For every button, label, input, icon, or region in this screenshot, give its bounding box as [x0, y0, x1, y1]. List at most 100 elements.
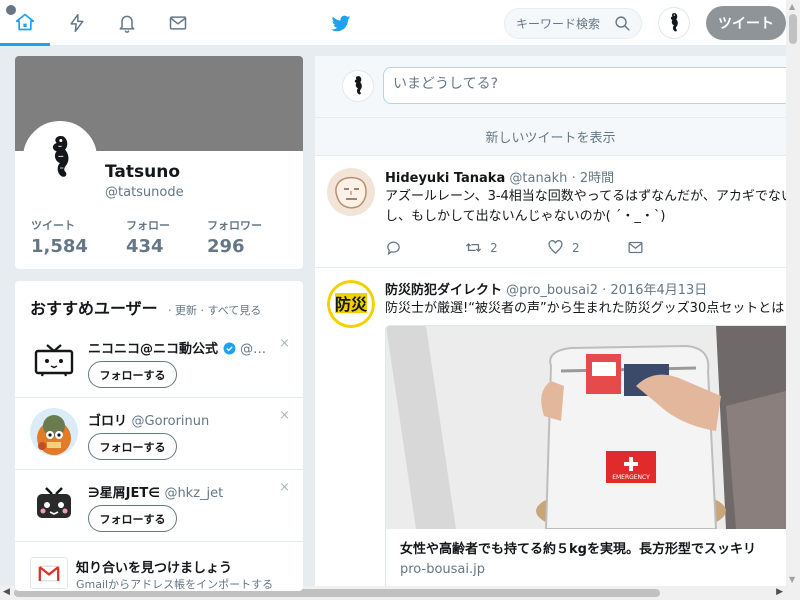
stat-label: ツイート — [31, 219, 75, 232]
who-to-follow-links[interactable]: · 更新 · すべて見る — [168, 302, 261, 318]
tweet[interactable]: 防災 防災防犯ダイレクト @pro_bousai2 · 2016年4月13日 防… — [315, 268, 786, 586]
new-tweets-bar[interactable]: 新しいツイートを表示 — [315, 117, 786, 156]
seahorse-avatar-icon — [670, 13, 678, 32]
who-to-follow-title: おすすめユーザー — [30, 299, 158, 318]
card-image[interactable]: EMERGENCY — [386, 326, 786, 529]
seahorse-avatar-icon — [52, 136, 69, 177]
dm-action[interactable] — [627, 239, 644, 256]
dismiss-icon[interactable]: × — [279, 480, 290, 495]
composer-box[interactable] — [383, 67, 786, 104]
retweet-icon — [465, 243, 482, 252]
profile-avatar[interactable] — [23, 121, 97, 195]
tweet-avatar[interactable] — [327, 168, 375, 216]
seahorse-avatar-icon — [354, 76, 362, 95]
nav-notifications[interactable] — [102, 0, 152, 46]
scroll-left-icon[interactable]: ◀ — [3, 587, 10, 597]
suggested-user: ニコニコ@ニコ動公式 @… × フォローする — [15, 326, 303, 398]
nav-moments[interactable] — [52, 0, 102, 46]
svg-text:防災: 防災 — [335, 295, 368, 314]
twitter-bird-icon[interactable] — [330, 12, 352, 34]
stat-followers[interactable]: フォロワー 296 — [207, 217, 262, 257]
tweet-author-handle[interactable]: @pro_bousai2 — [506, 283, 598, 298]
like-action[interactable]: 2 — [547, 239, 580, 256]
tweet[interactable]: Hideyuki Tanaka @tanakh · 2時間 アズールレーン、3-… — [315, 156, 786, 268]
tweet-author-name[interactable]: Hideyuki Tanaka — [385, 171, 505, 186]
link-card[interactable]: EMERGENCY 女性や高齢者でも持てる約５kgを実現。長方形型でスッキリ p… — [385, 325, 786, 586]
tweet-time[interactable]: · 2時間 — [572, 171, 615, 186]
bell-icon — [119, 15, 135, 33]
user-name[interactable]: ∋星屑JET∈ @hkz_jet — [88, 482, 223, 501]
composer-input[interactable] — [393, 76, 773, 92]
nav-avatar[interactable] — [658, 7, 690, 39]
envelope-icon — [628, 241, 643, 254]
user-handle: @… — [240, 342, 267, 357]
bag-label: EMERGENCY — [612, 474, 650, 481]
tweet-button[interactable]: ツイート — [706, 6, 786, 40]
card-domain[interactable]: pro-bousai.jp — [400, 562, 485, 577]
suggested-user: ∋星屑JET∈ @hkz_jet × フォローする — [15, 470, 303, 542]
retweet-action[interactable]: 2 — [465, 239, 498, 256]
top-nav: ツイート — [0, 0, 786, 46]
tweet-avatar[interactable]: 防災 — [327, 280, 375, 328]
user-avatar[interactable] — [30, 336, 78, 384]
vertical-scroll-thumb[interactable] — [789, 14, 797, 44]
user-avatar[interactable] — [30, 408, 78, 456]
stat-value: 1,584 — [31, 236, 88, 257]
stat-following[interactable]: フォロー 434 — [126, 217, 170, 257]
user-avatar[interactable] — [30, 480, 78, 528]
verified-badge-icon — [223, 342, 236, 355]
card-title[interactable]: 女性や高齢者でも持てる約５kgを実現。長方形型でスッキリ — [400, 538, 756, 557]
stat-label: フォロー — [126, 219, 170, 232]
envelope-icon — [169, 16, 187, 30]
dismiss-icon[interactable]: × — [279, 408, 290, 423]
nav-home[interactable] — [0, 0, 50, 46]
nav-messages[interactable] — [153, 0, 203, 46]
suggested-user: ゴロリ @Gororinun × フォローする — [15, 398, 303, 470]
user-display-name: ゴロリ — [88, 414, 128, 429]
follow-button[interactable]: フォローする — [88, 505, 177, 532]
tv-character-avatar-icon — [30, 480, 78, 528]
scroll-right-icon[interactable]: ▶ — [776, 587, 783, 597]
search-box[interactable] — [504, 8, 642, 39]
character-avatar-icon — [30, 408, 78, 456]
tweet-time[interactable]: · 2016年4月13日 — [602, 283, 707, 298]
vertical-scrollbar[interactable]: ▲ ▼ — [786, 0, 800, 586]
scroll-up-icon[interactable]: ▲ — [789, 2, 795, 11]
like-count: 2 — [572, 240, 580, 255]
search-icon[interactable] — [614, 15, 631, 32]
tweet-header: Hideyuki Tanaka @tanakh · 2時間 — [385, 167, 614, 186]
gmail-icon — [30, 557, 68, 589]
stat-value: 296 — [207, 236, 245, 257]
profile-handle[interactable]: @tatsunode — [105, 185, 184, 200]
niconico-tv-icon — [30, 336, 78, 384]
user-display-name: ∋星屑JET∈ — [88, 486, 160, 501]
follow-button[interactable]: フォローする — [88, 361, 177, 388]
find-friends-subtitle: Gmailからアドレス帳をインポートする — [76, 578, 274, 591]
tweet-author-name[interactable]: 防災防犯ダイレクト — [385, 283, 502, 298]
profile-card: Tatsuno @tatsunode ツイート 1,584 フォロー 434 フ… — [15, 56, 303, 269]
tweet-header: 防災防犯ダイレクト @pro_bousai2 · 2016年4月13日 — [385, 279, 707, 298]
search-input[interactable] — [516, 15, 616, 33]
tweet-composer — [315, 56, 786, 117]
who-to-follow-card: おすすめユーザー · 更新 · すべて見る ニコニコ@ニコ動公式 @… × フォ… — [15, 281, 303, 591]
find-friends[interactable]: 知り合いを見つけましょう Gmailからアドレス帳をインポートする — [15, 543, 303, 591]
follow-button[interactable]: フォローする — [88, 433, 177, 460]
retweet-count: 2 — [490, 240, 498, 255]
user-name[interactable]: ニコニコ@ニコ動公式 @… — [88, 338, 266, 357]
dismiss-icon[interactable]: × — [279, 336, 290, 351]
reply-action[interactable] — [385, 239, 402, 256]
composer-avatar[interactable] — [342, 70, 374, 102]
profile-name[interactable]: Tatsuno — [105, 162, 180, 182]
tweet-text: 防災士が厳選!“被災者の声”から生まれた防災グッズ30点セットとは — [385, 301, 785, 316]
user-name[interactable]: ゴロリ @Gororinun — [88, 410, 209, 429]
stat-tweets[interactable]: ツイート 1,584 — [31, 217, 88, 257]
bousai-logo-icon: 防災 — [327, 280, 375, 328]
heart-icon — [548, 240, 563, 255]
scroll-down-icon[interactable]: ▼ — [789, 575, 795, 584]
user-handle: @Gororinun — [131, 414, 210, 429]
user-handle: @hkz_jet — [164, 486, 224, 501]
gmail-logo-icon — [38, 565, 60, 581]
tweet-author-handle[interactable]: @tanakh — [509, 171, 567, 186]
stat-value: 434 — [126, 236, 164, 257]
emergency-bag-photo: EMERGENCY — [386, 326, 786, 529]
